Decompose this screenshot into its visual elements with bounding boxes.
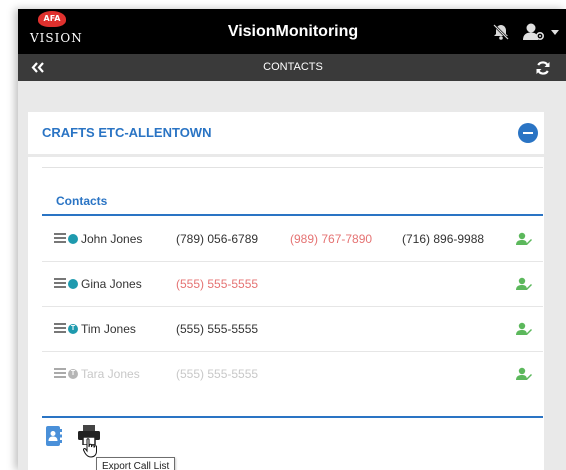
user-settings-icon[interactable]: [523, 22, 547, 42]
double-chevron-left-icon[interactable]: [31, 62, 45, 73]
edit-contact-icon[interactable]: [516, 232, 532, 246]
contact-name: Tim Jones: [81, 322, 136, 336]
contacts-header-rule: [42, 214, 543, 216]
status-dot-icon: [68, 234, 78, 244]
edit-contact-icon[interactable]: [516, 322, 532, 336]
drag-handle-icon[interactable]: [54, 233, 66, 243]
drag-handle-icon[interactable]: [54, 278, 66, 288]
contact-book-icon[interactable]: [46, 426, 62, 446]
contacts-footer-rule: [42, 416, 543, 418]
contact-phone[interactable]: (555) 555-5555: [176, 262, 258, 306]
contact-row[interactable]: T Tara Jones (555) 555-5555: [42, 352, 543, 396]
app-logo[interactable]: AFA VISION: [30, 11, 83, 51]
contact-name: Tara Jones: [81, 367, 140, 381]
account-name: CRAFTS ETC-ALLENTOWN: [42, 125, 212, 140]
status-dot-icon: [68, 279, 78, 289]
contact-row[interactable]: John Jones (789) 056-6789 (989) 767-7890…: [42, 217, 543, 261]
contact-phone[interactable]: (789) 056-6789: [176, 217, 258, 261]
contact-phone[interactable]: (555) 555-5555: [176, 307, 258, 351]
contact-name: Gina Jones: [81, 277, 142, 291]
contact-phone[interactable]: (716) 896-9988: [402, 217, 484, 261]
contact-row[interactable]: T Tim Jones (555) 555-5555: [42, 307, 543, 351]
drag-handle-icon[interactable]: [54, 323, 66, 333]
app-title: VisionMonitoring: [227, 23, 359, 40]
nav-bar: CONTACTS: [18, 54, 566, 81]
tab-contacts[interactable]: Contacts: [56, 194, 107, 208]
contact-row[interactable]: Gina Jones (555) 555-5555: [42, 262, 543, 306]
page-title: CONTACTS: [263, 61, 323, 73]
account-card-header[interactable]: CRAFTS ETC-ALLENTOWN: [28, 112, 544, 154]
top-bar: AFA VISION VisionMonitoring: [18, 9, 566, 54]
refresh-icon[interactable]: [535, 60, 551, 76]
divider: [42, 167, 543, 168]
hand-cursor-icon: [83, 438, 97, 458]
chevron-down-icon[interactable]: [551, 30, 559, 36]
contact-phone[interactable]: (555) 555-5555: [176, 352, 258, 396]
status-badge: T: [68, 324, 78, 334]
app-window: AFA VISION VisionMonitoring CONTACTS CRA…: [18, 9, 566, 470]
tooltip: Export Call List: [96, 457, 176, 470]
contact-phone[interactable]: (989) 767-7890: [290, 217, 372, 261]
logo-badge: AFA: [38, 11, 66, 27]
minus-circle-icon[interactable]: [518, 123, 538, 143]
edit-contact-icon[interactable]: [516, 277, 532, 291]
edit-contact-icon[interactable]: [516, 367, 532, 381]
contacts-panel: Contacts John Jones (789) 056-6789 (989)…: [28, 157, 544, 470]
logo-text: VISION: [30, 31, 83, 45]
status-badge: T: [68, 369, 78, 379]
notifications-off-icon[interactable]: [492, 23, 510, 41]
contact-name: John Jones: [81, 232, 143, 246]
drag-handle-icon[interactable]: [54, 368, 66, 378]
